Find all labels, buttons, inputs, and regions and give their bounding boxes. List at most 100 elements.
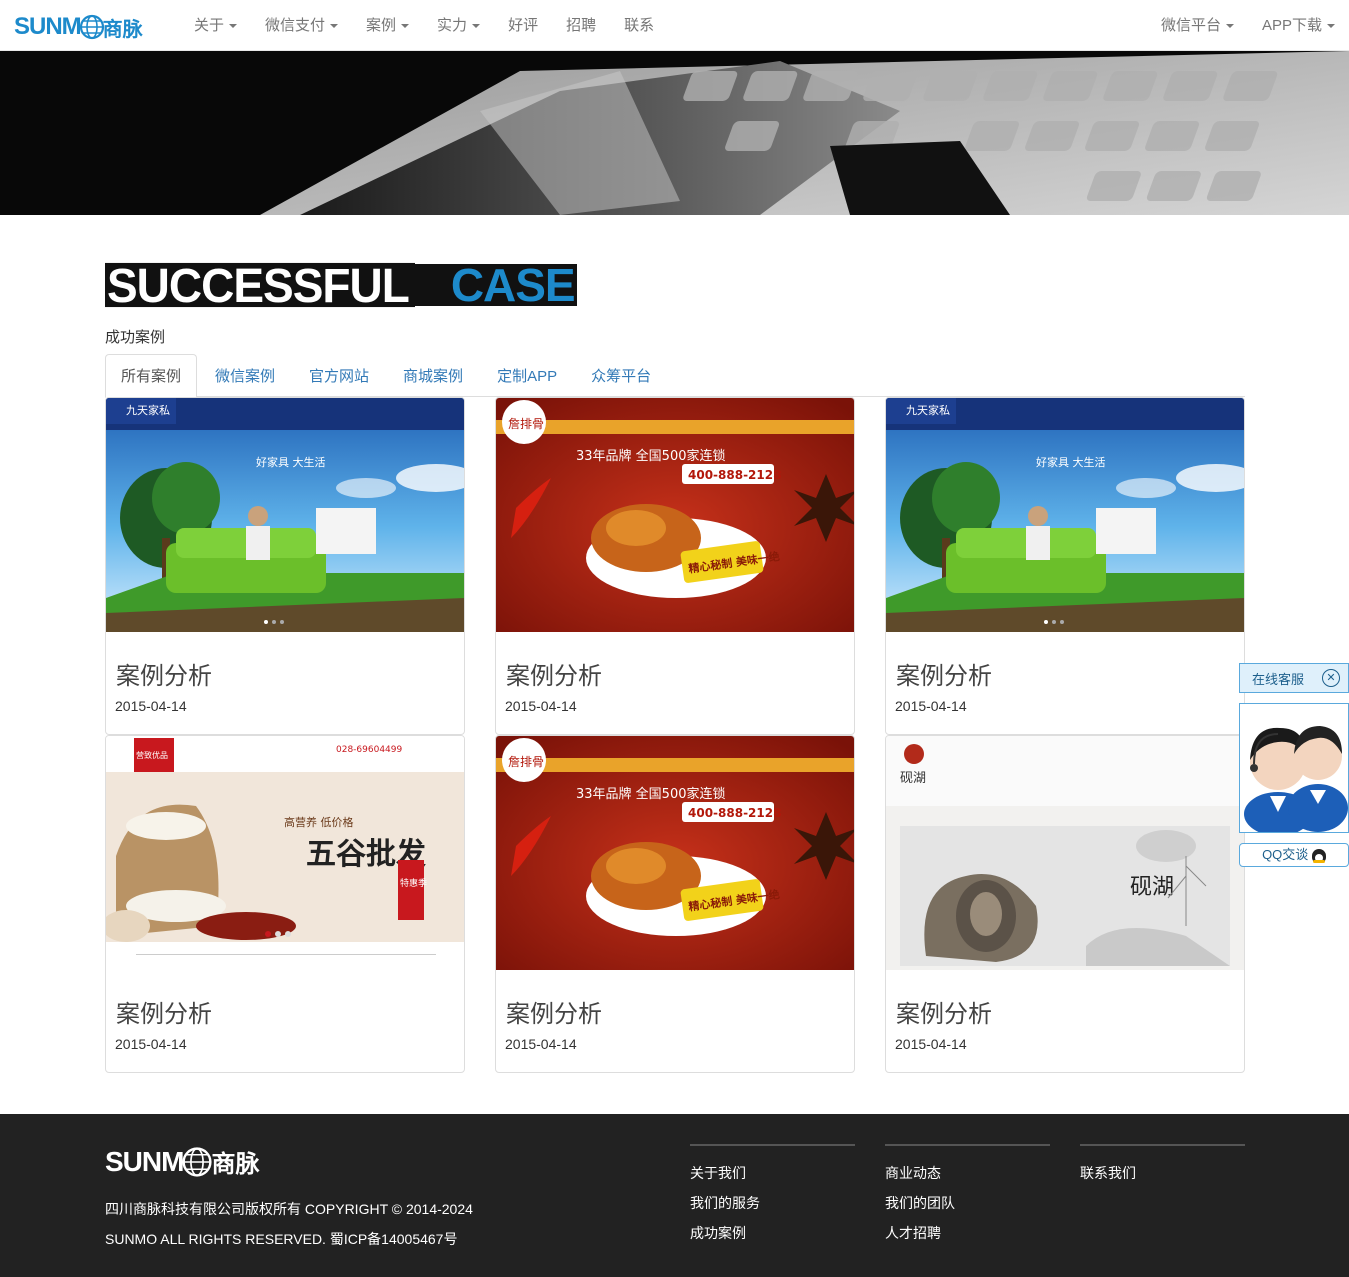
case-title[interactable]: 案例分析	[116, 656, 212, 691]
case-card[interactable]: 营致优品 028-69604499 高营养 低价格 五谷批发 特惠季 案例分析 …	[105, 735, 465, 1073]
nav-jobs[interactable]: 招聘	[552, 0, 610, 51]
heading-word-successful: SUCCESSFUL	[105, 261, 415, 309]
nav-jobs-label: 招聘	[566, 17, 597, 34]
nav-wechat-platform[interactable]: 微信平台	[1147, 0, 1248, 51]
nav-reviews-label: 好评	[508, 17, 539, 34]
thumb-promo: 33年品牌 全国500家连锁	[576, 448, 726, 464]
case-date: 2015-04-14	[115, 1036, 187, 1052]
qq-chat-label: QQ交谈	[1262, 847, 1309, 862]
close-icon[interactable]: ✕	[1322, 669, 1340, 687]
footer-rights: SUNMO ALL RIGHTS RESERVED. 蜀ICP备14005467…	[105, 1231, 458, 1247]
nav-contact-label: 联系	[624, 17, 655, 34]
case-title[interactable]: 案例分析	[896, 994, 992, 1029]
qq-chat-button[interactable]: QQ交谈	[1239, 843, 1349, 867]
online-service-widget: 在线客服 ✕ QQ交谈	[1239, 663, 1349, 867]
case-card[interactable]: 九天家私 好家具 大生活 案例分析 2015-04-14	[885, 397, 1245, 735]
case-date: 2015-04-14	[895, 1036, 967, 1052]
case-thumbnail[interactable]: 九天家私 好家具 大生活	[106, 398, 464, 632]
nav-cases[interactable]: 案例	[352, 0, 423, 51]
thumb-brand: 詹排骨	[508, 755, 544, 769]
footer-column-1: 关于我们 我们的服务 成功案例	[690, 1144, 855, 1248]
footer-link-contact[interactable]: 联系我们	[1080, 1158, 1245, 1188]
logo-text: SUNM	[14, 13, 82, 40]
case-tabs: 所有案例 微信案例 官方网站 商城案例 定制APP 众筹平台	[105, 354, 1245, 398]
nav-app-download[interactable]: APP下载	[1248, 0, 1349, 51]
heading-word-case: CASE	[414, 262, 577, 308]
hero-banner	[0, 51, 1349, 215]
case-title[interactable]: 案例分析	[506, 656, 602, 691]
nav-about-label: 关于	[194, 17, 225, 34]
case-thumbnail[interactable]: 詹排骨 33年品牌 全国500家连锁 400-888-2128 精心秘制 美味一…	[496, 736, 854, 970]
caret-down-icon	[330, 24, 339, 29]
thumb-slogan: 好家具 大生活	[1036, 455, 1106, 469]
thumb-promo: 33年品牌 全国500家连锁	[576, 786, 726, 802]
nav-cases-label: 案例	[366, 17, 397, 34]
case-card[interactable]: 九天家私 好家具 大生活 案例分析 2015-04-14	[105, 397, 465, 735]
thumb-brand: 九天家私	[906, 403, 950, 417]
section-heading: SUCCESSFUL CASE	[105, 261, 577, 309]
footer-column-2: 商业动态 我们的团队 人才招聘	[885, 1144, 1050, 1248]
thumb-brand: 詹排骨	[508, 417, 544, 431]
thumb-brand: 砚湖	[900, 771, 926, 786]
caret-down-icon	[472, 24, 481, 29]
case-card[interactable]: 砚湖 砚湖 案例分析 2015-04-14	[885, 735, 1245, 1073]
caret-down-icon	[401, 24, 410, 29]
tab-custom-app[interactable]: 定制APP	[481, 354, 573, 397]
footer-link-news[interactable]: 商业动态	[885, 1158, 1050, 1188]
main-nav: 关于 微信支付 案例 实力 好评 招聘 联系	[180, 0, 668, 51]
site-footer: SUNM 商脉 四川商脉科技有限公司版权所有 COPYRIGHT © 2014-…	[0, 1114, 1349, 1277]
footer-logo-cn: 商脉	[211, 1151, 260, 1178]
right-nav: 微信平台 APP下载	[1147, 0, 1349, 51]
case-thumbnail[interactable]: 詹排骨 33年品牌 全国500家连锁 400-888-2128 精心秘制 美味一…	[496, 398, 854, 632]
footer-column-3: 联系我们	[1080, 1144, 1245, 1188]
nav-about[interactable]: 关于	[180, 0, 251, 51]
qq-penguin-icon	[1311, 848, 1326, 863]
case-title[interactable]: 案例分析	[116, 994, 212, 1029]
nav-app-download-label: APP下载	[1261, 17, 1322, 34]
tab-wechat-cases[interactable]: 微信案例	[199, 354, 291, 397]
thumb-headline: 砚湖	[1130, 875, 1174, 900]
nav-wechat-pay[interactable]: 微信支付	[251, 0, 352, 51]
section-subtitle: 成功案例	[105, 329, 166, 346]
nav-wechat-platform-label: 微信平台	[1160, 17, 1221, 34]
case-date: 2015-04-14	[505, 698, 577, 714]
case-date: 2015-04-14	[115, 698, 187, 714]
case-thumbnail[interactable]: 砚湖 砚湖	[886, 736, 1244, 970]
case-thumbnail[interactable]: 九天家私 好家具 大生活	[886, 398, 1244, 632]
nav-contact[interactable]: 联系	[610, 0, 668, 51]
case-title[interactable]: 案例分析	[896, 656, 992, 691]
tab-all-cases[interactable]: 所有案例	[105, 354, 198, 398]
thumb-phone: 028-69604499	[336, 745, 403, 755]
case-card[interactable]: 詹排骨 33年品牌 全国500家连锁 400-888-2128 精心秘制 美味一…	[495, 397, 855, 735]
case-thumbnail[interactable]: 营致优品 028-69604499 高营养 低价格 五谷批发 特惠季	[106, 736, 464, 970]
tab-crowdfunding[interactable]: 众筹平台	[575, 354, 667, 397]
service-avatar-image	[1239, 703, 1349, 836]
footer-link-cases[interactable]: 成功案例	[690, 1218, 855, 1248]
tab-official-sites[interactable]: 官方网站	[293, 354, 385, 397]
thumb-brand: 营致优品	[136, 750, 168, 760]
case-card[interactable]: 詹排骨 33年品牌 全国500家连锁 400-888-2128 精心秘制 美味一…	[495, 735, 855, 1073]
online-service-header: 在线客服 ✕	[1239, 663, 1349, 693]
footer-link-team[interactable]: 我们的团队	[885, 1188, 1050, 1218]
footer-logo[interactable]: SUNM 商脉	[105, 1144, 259, 1179]
case-date: 2015-04-14	[895, 698, 967, 714]
caret-down-icon	[229, 24, 238, 29]
tab-mall-cases[interactable]: 商城案例	[387, 354, 479, 397]
logo-cn-text: 商脉	[102, 18, 143, 41]
footer-link-about[interactable]: 关于我们	[690, 1158, 855, 1188]
banner-image	[0, 51, 1349, 215]
caret-down-icon	[1225, 24, 1234, 29]
case-title[interactable]: 案例分析	[506, 994, 602, 1029]
case-date: 2015-04-14	[505, 1036, 577, 1052]
footer-link-recruit[interactable]: 人才招聘	[885, 1218, 1050, 1248]
nav-strength[interactable]: 实力	[423, 0, 494, 51]
thumb-slogan: 好家具 大生活	[256, 455, 326, 469]
top-navbar: SUNM 商脉 关于 微信支付 案例 实力 好评 招聘 联系 微信平台 APP下…	[0, 0, 1349, 51]
brand-logo[interactable]: SUNM 商脉	[14, 12, 143, 42]
footer-link-services[interactable]: 我们的服务	[690, 1188, 855, 1218]
nav-reviews[interactable]: 好评	[494, 0, 552, 51]
thumb-side: 高营养 低价格	[284, 815, 354, 829]
caret-down-icon	[1327, 24, 1335, 29]
globe-icon	[79, 14, 104, 40]
support-agents-icon	[1244, 726, 1348, 836]
